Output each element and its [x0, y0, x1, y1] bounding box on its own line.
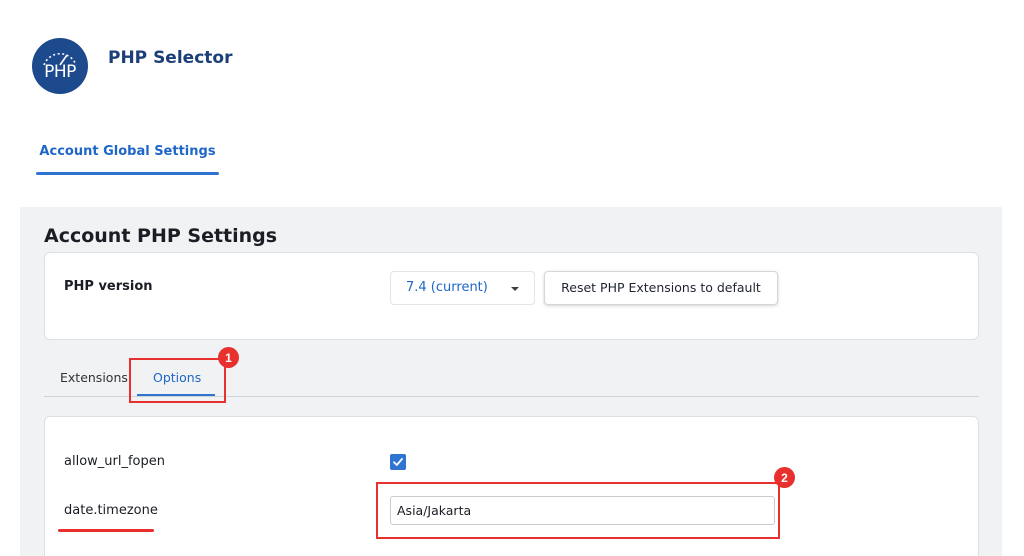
annotation-badge-1: 1	[218, 347, 239, 368]
allow-url-fopen-checkbox[interactable]	[390, 454, 406, 470]
tab-account-global-settings[interactable]: Account Global Settings	[36, 144, 219, 175]
annotation-box-timezone	[376, 482, 780, 539]
chevron-down-icon	[511, 287, 519, 291]
check-icon	[393, 458, 403, 466]
annotation-box-options-tab	[129, 358, 226, 403]
logo-text: PHP	[44, 62, 76, 82]
section-title: Account PHP Settings	[44, 225, 278, 247]
annotation-underline	[58, 529, 154, 532]
tab-extensions[interactable]: Extensions	[60, 370, 128, 385]
php-version-value: 7.4 (current)	[406, 280, 488, 295]
active-tab-indicator	[36, 172, 219, 175]
php-version-label: PHP version	[64, 279, 153, 294]
allow-url-fopen-label: allow_url_fopen	[64, 454, 165, 469]
date-timezone-label: date.timezone	[64, 503, 158, 518]
page-title: PHP Selector	[108, 48, 233, 68]
reset-extensions-button[interactable]: Reset PHP Extensions to default	[544, 271, 778, 305]
annotation-badge-2: 2	[774, 467, 795, 488]
php-logo: PHP	[32, 38, 88, 94]
